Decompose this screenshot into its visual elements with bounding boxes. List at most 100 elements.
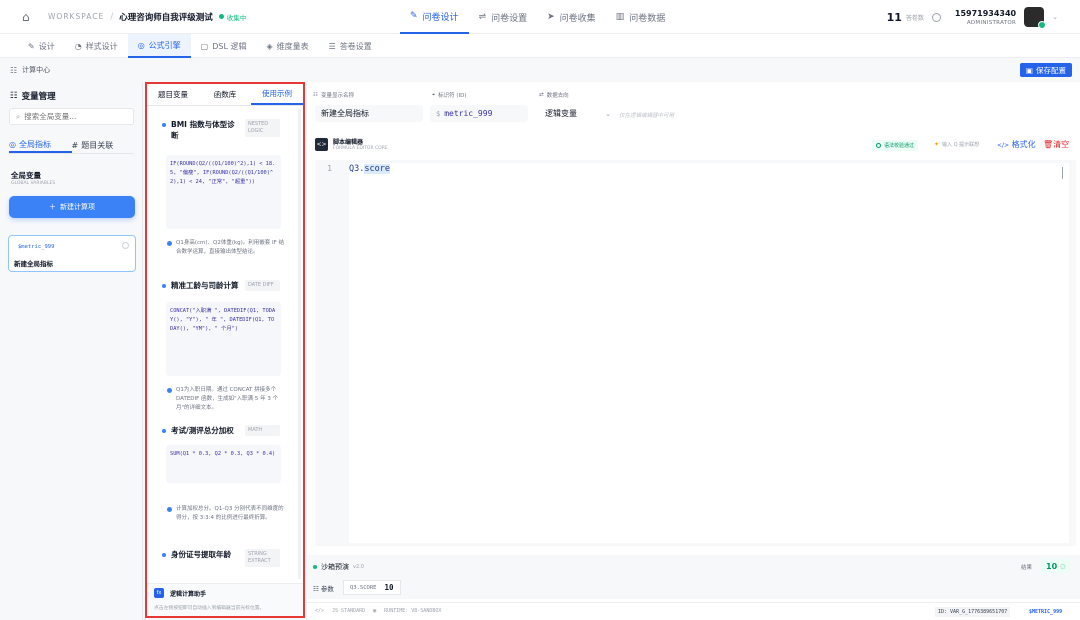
- tag-icon: ⌖: [432, 91, 436, 98]
- save-button[interactable]: ▣ 保存配置: [1019, 63, 1072, 77]
- home-icon[interactable]: ⌂: [22, 10, 36, 24]
- name-field-label: ☷ 变量显示名称: [313, 92, 354, 99]
- tab-design[interactable]: ✎ 设计: [18, 34, 65, 58]
- bullet-icon: [162, 429, 166, 433]
- id-input[interactable]: $ metric_999: [430, 105, 528, 122]
- example-description: 计算加权总分。Q1-Q3 分别代表不同维度的得分，按 3:3:4 的比例进行最终…: [167, 505, 285, 523]
- assistant-footer: fx 逻辑计算助手 点击左侧按钮即可自动插入到编辑器当前光标位置。: [147, 583, 303, 616]
- breadcrumb: ☷ 计算中心: [10, 65, 51, 75]
- chevron-down-icon[interactable]: ⌄: [1052, 13, 1058, 21]
- pen-icon: ✎: [410, 11, 418, 21]
- database-icon: ☷: [10, 65, 18, 75]
- example-code[interactable]: IF(ROUND(Q2/((Q1/100)^2),1) < 18.5, "偏瘦"…: [166, 155, 281, 229]
- format-button[interactable]: </> 格式化: [997, 139, 1036, 150]
- global-variables-subtitle: GLOBAL VARIABLES: [11, 181, 56, 186]
- example-name: 考试/测评总分加权: [171, 426, 234, 435]
- param-bar: ☷ 参数 Q3.SCORE 10: [307, 577, 1080, 599]
- code-icon: </>: [315, 608, 325, 614]
- nav-data[interactable]: ▥ 问卷数据: [606, 0, 676, 34]
- list-icon: ☰: [328, 41, 336, 51]
- top-bar: ⌂ WORKSPACE / 心理咨询师自我评级测试 收集中 ✎ 问卷设计 ⇌ 问卷设…: [0, 0, 1080, 34]
- editor-subtitle: FORMULA EDITOR CORE: [333, 146, 388, 151]
- reference-panel: 题目变量 函数库 使用示例 BMI 指数与体型诊断 NESTED LOGIC I…: [145, 82, 305, 618]
- result-label: 结果: [1021, 565, 1033, 571]
- formula-icon: ◎: [137, 40, 145, 50]
- variable-card[interactable]: $metric_999 新建全局指标: [8, 235, 136, 272]
- tab-examples[interactable]: 使用示例: [251, 84, 303, 105]
- code-icon: ▢: [200, 41, 209, 51]
- name-input[interactable]: 新建全局指标: [315, 105, 423, 122]
- user-area: 11 答卷数 15971934340 ADMINISTRATOR ⌄: [887, 0, 1058, 34]
- tab-question-relation[interactable]: # 题目关联: [72, 137, 135, 153]
- status-footer: </> JS STANDARD ▣ RUNTIME: V8-SANDBOX ID: V…: [307, 602, 1080, 620]
- variable-key-footer: $METRIC_999: [1029, 609, 1063, 615]
- code-input[interactable]: Q3.score: [349, 163, 1069, 543]
- database-icon: ☷: [313, 585, 319, 593]
- sandbox-title: 沙箱预演 v2.0: [313, 562, 364, 572]
- tab-function-library[interactable]: 函数库: [199, 84, 251, 105]
- info-icon: [167, 241, 172, 246]
- example-name: BMI 指数与体型诊断: [171, 120, 235, 140]
- search-input[interactable]: [24, 112, 120, 121]
- layers-icon: ◈: [266, 41, 273, 51]
- bullet-icon: [162, 284, 166, 288]
- info-icon: [167, 507, 172, 512]
- editor-panel: ☷ 变量显示名称 ⌖ 标识符 (ID) ⇄ 数据去向 新建全局指标 $ metric_9…: [307, 82, 1080, 620]
- nav-design[interactable]: ✎ 问卷设计: [400, 0, 469, 34]
- swap-icon: ⇄: [539, 92, 544, 98]
- code-icon: <>: [315, 138, 328, 151]
- editor-scrollbar[interactable]: [1062, 167, 1063, 179]
- trash-icon: 🗑: [1043, 140, 1054, 149]
- scrollbar[interactable]: [298, 109, 301, 579]
- clear-button[interactable]: 🗑清空: [1043, 139, 1069, 150]
- example-description: Q1身高(cm)、Q2体重(kg)。利用嵌套 IF 结合数学运算，直接输出体型结…: [167, 239, 285, 257]
- line-numbers: 1: [327, 164, 332, 173]
- tab-answer-settings[interactable]: ☰ 答卷设置: [319, 34, 382, 58]
- tab-question-variables[interactable]: 题目变量: [147, 84, 199, 105]
- status-badge: 收集中: [218, 12, 246, 22]
- avatar[interactable]: [1024, 7, 1047, 29]
- nav-collect[interactable]: ➤ 问卷收集: [537, 0, 606, 34]
- sliders-icon: ⇌: [478, 12, 487, 22]
- nav-settings[interactable]: ⇌ 问卷设置: [469, 0, 538, 34]
- example-description: Q1为入职日期。通过 CONCAT 拼接多个 DATEDIF 函数，生成如"入职…: [167, 386, 285, 413]
- response-count-label: 答卷数: [905, 14, 924, 22]
- save-icon: ▣: [1025, 65, 1033, 75]
- info-icon: [167, 388, 172, 393]
- code-editor: 1 Q3.score: [315, 160, 1076, 546]
- direction-select[interactable]: 逻辑变量 ⌄: [539, 105, 611, 122]
- variable-tabs: ◎ 全局指标 # 题目关联: [9, 137, 134, 154]
- runtime-info: </> JS STANDARD ▣ RUNTIME: V8-SANDBOX: [315, 608, 442, 614]
- editor-title: 脚本编辑器: [333, 139, 364, 146]
- tab-dsl[interactable]: ▢ DSL 逻辑: [191, 34, 257, 58]
- workspace-label[interactable]: WORKSPACE: [48, 12, 104, 21]
- tab-dimension[interactable]: ◈ 维度量表: [256, 34, 318, 58]
- tab-global-metrics[interactable]: ◎ 全局指标: [9, 137, 72, 153]
- tab-formula[interactable]: ◎ 公式引擎: [127, 34, 191, 58]
- example-name: 身份证号提取年龄: [171, 550, 231, 559]
- bullet-icon: [162, 123, 166, 127]
- search-icon: ⌕: [16, 111, 21, 121]
- database-icon: ☷: [313, 92, 318, 98]
- example-tag: MATH: [245, 425, 280, 436]
- example-code[interactable]: CONCAT("入职满 ", DATEDIF(Q1, TODAY(), "Y")…: [166, 302, 281, 376]
- example-code[interactable]: SUM(Q1 * 0.3, Q2 * 0.3, Q3 * 0.4): [166, 445, 281, 483]
- status-dot-icon: [218, 14, 224, 19]
- sub-nav: ✎ 设计 ◔ 样式设计 ◎ 公式引擎 ▢ DSL 逻辑 ◈ 维度量表 ☰ 答卷设置: [0, 34, 1080, 58]
- user-role: ADMINISTRATOR: [966, 19, 1017, 26]
- clock-icon[interactable]: [931, 12, 941, 22]
- check-icon: ◌: [1060, 562, 1066, 570]
- variable-id: ID: VAR_G_1776389651707: [935, 607, 1011, 617]
- lightbulb-icon: ✦: [934, 141, 940, 148]
- new-item-button[interactable]: ＋新建计算项: [9, 196, 135, 218]
- radio-icon[interactable]: [122, 242, 129, 249]
- variable-name: 新建全局指标: [14, 260, 53, 268]
- tab-style[interactable]: ◔ 样式设计: [65, 34, 128, 58]
- reference-tabs: 题目变量 函数库 使用示例: [147, 84, 303, 106]
- direction-field-label: ⇄ 数据去向: [539, 92, 569, 99]
- result-value: 10 ◌: [1041, 559, 1071, 573]
- assistant-hint: 点击左侧按钮即可自动插入到编辑器当前光标位置。: [154, 606, 265, 611]
- param-input[interactable]: Q3.SCORE 10: [343, 580, 401, 595]
- hash-icon: #: [71, 140, 79, 150]
- examples-list[interactable]: BMI 指数与体型诊断 NESTED LOGIC IF(ROUND(Q2/((Q…: [147, 107, 303, 583]
